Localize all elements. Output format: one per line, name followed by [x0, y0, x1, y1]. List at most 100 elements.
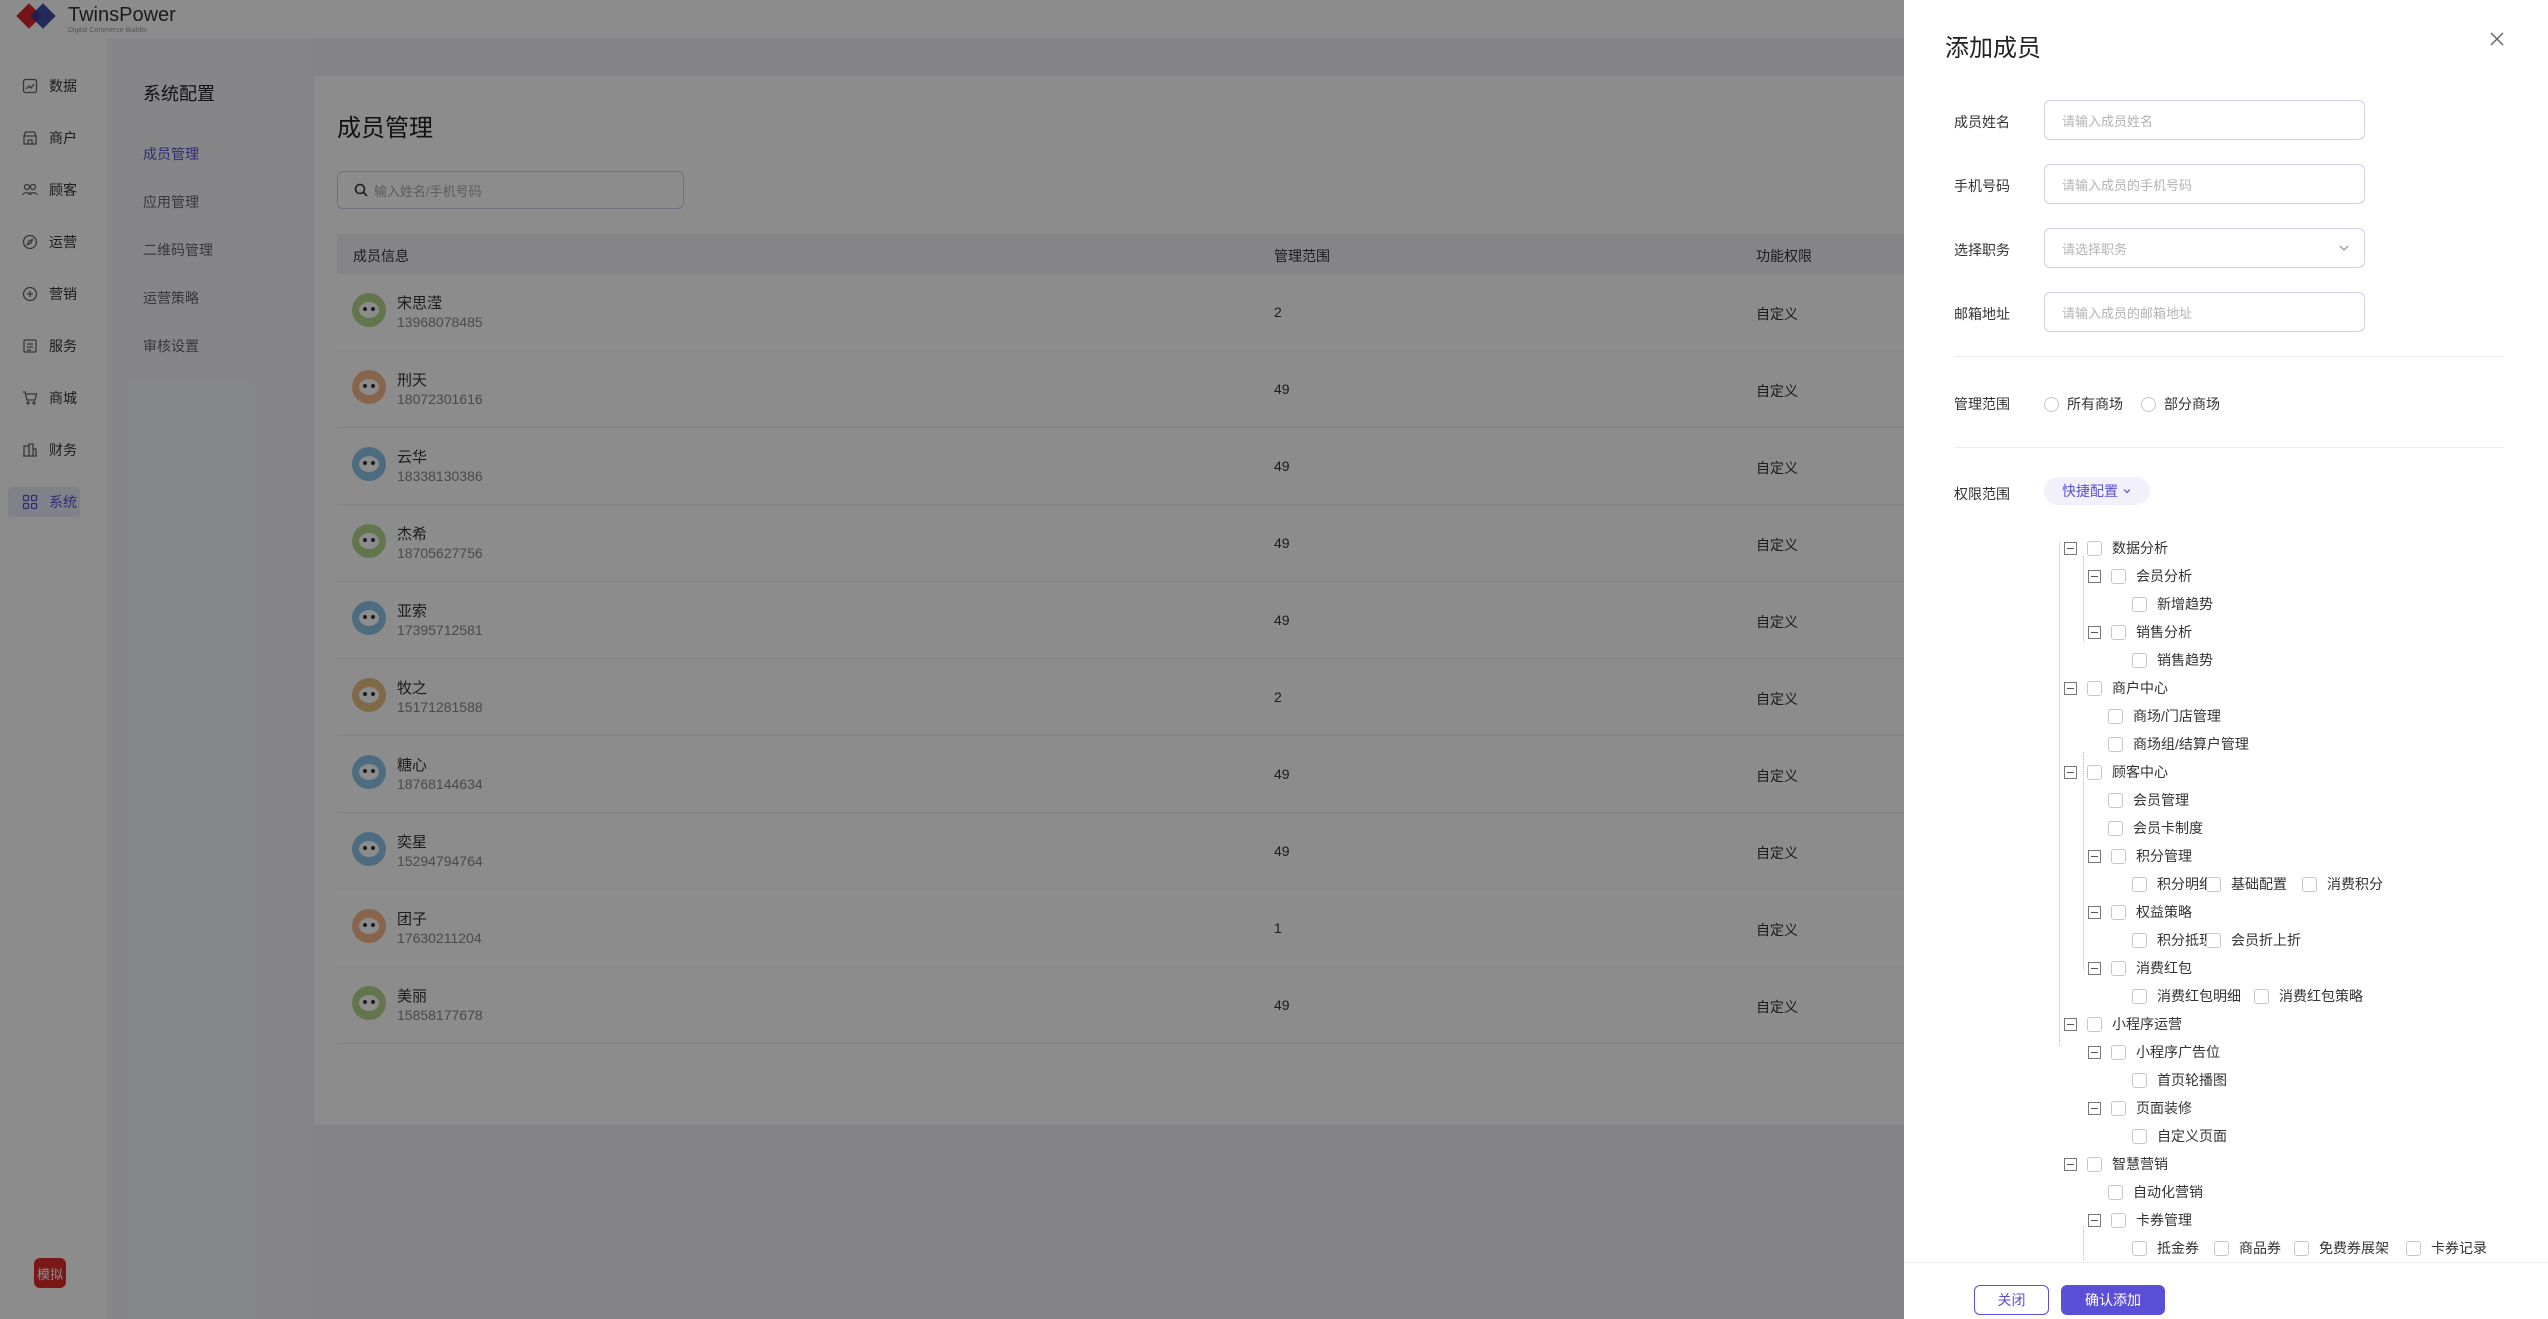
tree-node-mall-group-mgmt[interactable]: 商场组/结算户管理 [2108, 734, 2249, 754]
tree-node-label: 卡券记录 [2431, 1240, 2487, 1256]
checkbox[interactable] [2206, 876, 2221, 892]
radio-label: 所有商场 [2067, 396, 2123, 412]
checkbox[interactable] [2087, 680, 2102, 696]
checkbox[interactable] [2111, 848, 2126, 864]
collapse-icon[interactable] [2088, 569, 2101, 583]
tree-node-benefit-strategy[interactable]: 权益策略 [2088, 902, 2192, 922]
checkbox[interactable] [2108, 708, 2123, 724]
checkbox[interactable] [2132, 932, 2147, 948]
checkbox[interactable] [2111, 568, 2126, 584]
tree-node-data-analysis[interactable]: 数据分析 [2064, 538, 2168, 558]
tree-node-label: 小程序运营 [2112, 1016, 2182, 1032]
tree-node-points-detail[interactable]: 积分明细 [2132, 874, 2213, 894]
collapse-icon[interactable] [2088, 625, 2101, 639]
checkbox[interactable] [2111, 1100, 2126, 1116]
tree-node-member-mgmt[interactable]: 会员管理 [2108, 790, 2189, 810]
tree-node-sales-analysis[interactable]: 销售分析 [2088, 622, 2192, 642]
tree-node-mini-ad[interactable]: 小程序广告位 [2088, 1042, 2220, 1062]
tree-node-free-coupon-shelf[interactable]: 免费券展架 [2294, 1238, 2389, 1258]
tree-node-cash-coupon[interactable]: 抵金券 [2132, 1238, 2199, 1258]
checkbox[interactable] [2111, 624, 2126, 640]
role-select[interactable]: 请选择职务 [2044, 228, 2365, 268]
collapse-icon[interactable] [2088, 905, 2101, 919]
checkbox[interactable] [2132, 1128, 2147, 1144]
checkbox[interactable] [2108, 792, 2123, 808]
collapse-icon[interactable] [2088, 1213, 2101, 1227]
tree-node-points-mgmt[interactable]: 积分管理 [2088, 846, 2192, 866]
tree-node-member-card[interactable]: 会员卡制度 [2108, 818, 2203, 838]
radio-partial-malls[interactable]: 部分商场 [2141, 394, 2220, 414]
tree-node-smart-marketing[interactable]: 智慧营销 [2064, 1154, 2168, 1174]
checkbox[interactable] [2132, 876, 2147, 892]
tree-node-red-packet[interactable]: 消费红包 [2088, 958, 2192, 978]
phone-field[interactable]: 请输入成员的手机号码 [2044, 164, 2365, 204]
radio-all-malls[interactable]: 所有商场 [2044, 394, 2123, 414]
checkbox[interactable] [2132, 652, 2147, 668]
collapse-icon[interactable] [2064, 541, 2077, 555]
collapse-icon[interactable] [2064, 1157, 2077, 1171]
collapse-icon[interactable] [2064, 1017, 2077, 1031]
checkbox[interactable] [2206, 932, 2221, 948]
quick-config-button[interactable]: 快捷配置 [2044, 477, 2150, 505]
checkbox[interactable] [2294, 1240, 2309, 1256]
close-button[interactable]: 关闭 [1974, 1285, 2049, 1315]
checkbox[interactable] [2087, 1156, 2102, 1172]
tree-node-label: 页面装修 [2136, 1100, 2192, 1116]
close-icon[interactable] [2488, 30, 2506, 48]
modal-overlay[interactable] [0, 0, 1904, 1319]
tree-node-points-offset[interactable]: 积分抵现 [2132, 930, 2213, 950]
checkbox[interactable] [2108, 1184, 2123, 1200]
tree-node-coupon-mgmt[interactable]: 卡券管理 [2088, 1210, 2192, 1230]
checkbox[interactable] [2132, 1240, 2147, 1256]
checkbox[interactable] [2087, 540, 2102, 556]
checkbox[interactable] [2111, 1212, 2126, 1228]
collapse-icon[interactable] [2064, 765, 2077, 779]
tree-node-member-analysis[interactable]: 会员分析 [2088, 566, 2192, 586]
tree-node-label: 新增趋势 [2157, 596, 2213, 612]
tree-node-sales-trend[interactable]: 销售趋势 [2132, 650, 2213, 670]
tree-guide-line [2083, 1227, 2084, 1260]
checkbox[interactable] [2406, 1240, 2421, 1256]
tree-node-page-decor[interactable]: 页面装修 [2088, 1098, 2192, 1118]
checkbox[interactable] [2302, 876, 2317, 892]
checkbox[interactable] [2254, 988, 2269, 1004]
checkbox[interactable] [2108, 736, 2123, 752]
checkbox[interactable] [2111, 960, 2126, 976]
collapse-icon[interactable] [2088, 849, 2101, 863]
tree-node-red-packet-detail[interactable]: 消费红包明细 [2132, 986, 2241, 1006]
name-field[interactable]: 请输入成员姓名 [2044, 100, 2365, 140]
tree-node-label: 智慧营销 [2112, 1156, 2168, 1172]
checkbox[interactable] [2108, 820, 2123, 836]
checkbox[interactable] [2132, 596, 2147, 612]
checkbox[interactable] [2087, 764, 2102, 780]
tree-node-mall-store-mgmt[interactable]: 商场/门店管理 [2108, 706, 2221, 726]
tree-node-label: 积分管理 [2136, 848, 2192, 864]
email-placeholder: 请输入成员的邮箱地址 [2062, 305, 2193, 321]
tree-node-coupon-record[interactable]: 卡券记录 [2406, 1238, 2487, 1258]
tree-node-member-discount[interactable]: 会员折上折 [2206, 930, 2301, 950]
tree-node-consume-points[interactable]: 消费积分 [2302, 874, 2383, 894]
tree-node-customer-center[interactable]: 顾客中心 [2064, 762, 2168, 782]
checkbox[interactable] [2087, 1016, 2102, 1032]
collapse-icon[interactable] [2064, 681, 2077, 695]
tree-node-basic-config[interactable]: 基础配置 [2206, 874, 2287, 894]
tree-node-mini-ops[interactable]: 小程序运营 [2064, 1014, 2182, 1034]
tree-node-auto-marketing[interactable]: 自动化营销 [2108, 1182, 2203, 1202]
confirm-add-button[interactable]: 确认添加 [2061, 1285, 2165, 1315]
tree-node-home-banner[interactable]: 首页轮播图 [2132, 1070, 2227, 1090]
tree-node-merchant-center[interactable]: 商户中心 [2064, 678, 2168, 698]
checkbox[interactable] [2111, 904, 2126, 920]
tree-node-custom-page[interactable]: 自定义页面 [2132, 1126, 2227, 1146]
tree-node-goods-coupon[interactable]: 商品券 [2214, 1238, 2281, 1258]
tree-node-red-packet-strategy[interactable]: 消费红包策略 [2254, 986, 2363, 1006]
checkbox[interactable] [2132, 1072, 2147, 1088]
collapse-icon[interactable] [2088, 961, 2101, 975]
collapse-icon[interactable] [2088, 1045, 2101, 1059]
checkbox[interactable] [2132, 988, 2147, 1004]
checkbox[interactable] [2111, 1044, 2126, 1060]
tree-node-new-trend[interactable]: 新增趋势 [2132, 594, 2213, 614]
email-field[interactable]: 请输入成员的邮箱地址 [2044, 292, 2365, 332]
collapse-icon[interactable] [2088, 1101, 2101, 1115]
checkbox[interactable] [2214, 1240, 2229, 1256]
tree-node-label: 自动化营销 [2133, 1184, 2203, 1200]
